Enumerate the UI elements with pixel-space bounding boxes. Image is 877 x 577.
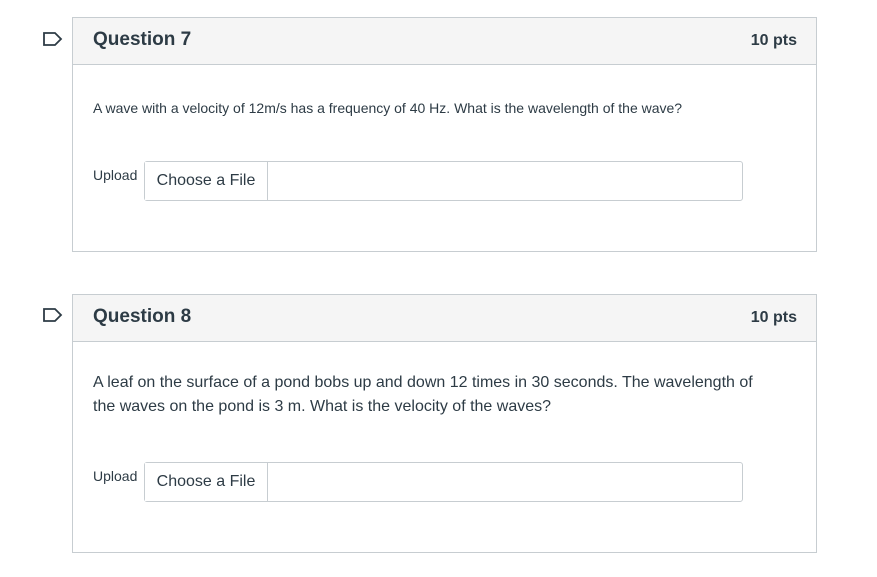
flag-question-icon[interactable]: [42, 307, 64, 323]
question-points: 10 pts: [750, 309, 797, 326]
question-header: Question 8 10 pts: [73, 295, 816, 342]
question-header: Question 7 10 pts: [73, 18, 816, 65]
question-title: Question 8: [93, 306, 192, 327]
file-upload-field[interactable]: Choose a File: [144, 462, 743, 502]
question-points: 10 pts: [750, 32, 797, 49]
question-text: A leaf on the surface of a pond bobs up …: [93, 374, 753, 415]
file-upload-field[interactable]: Choose a File: [144, 161, 743, 201]
choose-file-button[interactable]: Choose a File: [145, 162, 268, 200]
question-card: Question 7 10 pts A wave with a velocity…: [72, 17, 817, 252]
upload-label: Upload: [93, 468, 138, 484]
upload-label: Upload: [93, 167, 138, 183]
question-text: A wave with a velocity of 12m/s has a fr…: [93, 100, 683, 116]
flag-question-icon[interactable]: [42, 31, 64, 47]
question-title: Question 7: [93, 29, 192, 50]
choose-file-button[interactable]: Choose a File: [145, 463, 268, 501]
question-card: Question 8 10 pts A leaf on the surface …: [72, 294, 817, 553]
